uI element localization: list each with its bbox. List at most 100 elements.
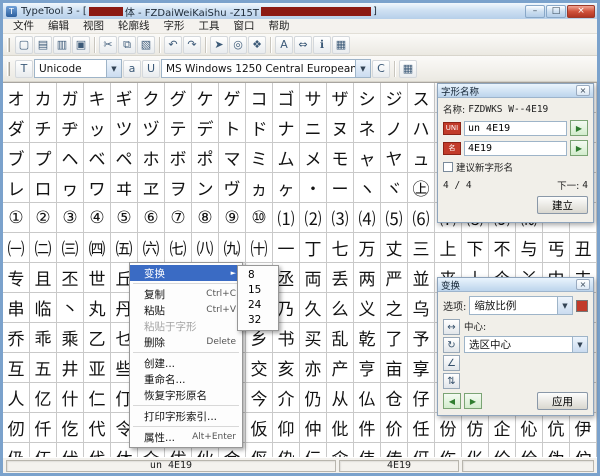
submenu-item[interactable]: 32	[238, 313, 278, 328]
glyph-cell[interactable]: 一	[273, 233, 300, 263]
toolbar-drag-handle[interactable]	[7, 38, 10, 52]
glyph-cell[interactable]: ヽ	[354, 173, 381, 203]
glyph-cell[interactable]: ス	[408, 83, 435, 113]
glyph-cell[interactable]: 价	[381, 413, 408, 443]
glyph-cell[interactable]: キ	[84, 83, 111, 113]
glyph-cell[interactable]: コ	[246, 83, 273, 113]
glyph-cell[interactable]: 乖	[30, 323, 57, 353]
glyph-cell[interactable]: マ	[219, 143, 246, 173]
glyph-cell[interactable]: ー	[327, 173, 354, 203]
flip-tool-icon[interactable]: ⇅	[443, 373, 460, 389]
glyph-cell[interactable]: 丈	[381, 233, 408, 263]
glyph-cell[interactable]: ト	[219, 113, 246, 143]
glyph-cell[interactable]: 伋	[3, 443, 30, 457]
glyph-cell[interactable]: 交	[246, 353, 273, 383]
glyph-cell[interactable]: ㊤	[408, 173, 435, 203]
glyph-cell[interactable]: ヾ	[381, 173, 408, 203]
title-bar[interactable]: T TypeTool 3 - [ 体 - FZDaiWeiKaiShu -Z15…	[3, 3, 597, 19]
glyph-cell[interactable]: 之	[381, 293, 408, 323]
font-map-icon[interactable]: ▦	[332, 36, 350, 54]
glyph-cell[interactable]: 仔	[408, 383, 435, 413]
glyph-cell[interactable]: 仟	[30, 413, 57, 443]
glyph-cell[interactable]: ⑧	[192, 203, 219, 233]
caption-mode-icon[interactable]: T	[15, 60, 33, 78]
glyph-cell[interactable]: 义	[354, 293, 381, 323]
menu-item-3[interactable]: 视图	[76, 19, 111, 34]
glyph-cell[interactable]: 伉	[543, 413, 570, 443]
undo-icon[interactable]: ↶	[164, 36, 182, 54]
glyph-cell[interactable]: デ	[192, 113, 219, 143]
glyph-cell[interactable]: 乾	[354, 323, 381, 353]
action-select[interactable]: 缩放比例 ▼	[469, 296, 573, 315]
glyph-cell[interactable]: ㈤	[111, 233, 138, 263]
glyph-window-icon[interactable]: A	[275, 36, 293, 54]
glyph-cell[interactable]: 丸	[84, 293, 111, 323]
glyph-cell[interactable]: 仲	[300, 413, 327, 443]
glyph-cell[interactable]: 什	[57, 383, 84, 413]
glyph-cell[interactable]: 伦	[489, 443, 516, 457]
glyph-cell[interactable]: 亨	[354, 353, 381, 383]
glyph-cell[interactable]: モ	[327, 143, 354, 173]
glyph-cell[interactable]: 临	[30, 293, 57, 323]
glyph-cell[interactable]: ゲ	[219, 83, 246, 113]
glyph-cell[interactable]: ㈧	[192, 233, 219, 263]
glyph-cell[interactable]: ヌ	[327, 113, 354, 143]
glyph-cell[interactable]: 伈	[516, 413, 543, 443]
glyph-cell[interactable]: 丑	[570, 233, 597, 263]
font-info-icon[interactable]: ℹ	[313, 36, 331, 54]
menu-item-8[interactable]: 帮助	[262, 19, 297, 34]
glyph-cell[interactable]: プ	[30, 143, 57, 173]
glyph-cell[interactable]: ケ	[192, 83, 219, 113]
rotate-tool-icon[interactable]: ↻	[443, 337, 460, 353]
glyph-cell[interactable]: ペ	[111, 143, 138, 173]
glyph-cell[interactable]: ヤ	[381, 143, 408, 173]
glyph-cell[interactable]: ⑩	[246, 203, 273, 233]
glyph-cell[interactable]: ロ	[30, 173, 57, 203]
glyph-cell[interactable]: 亦	[300, 353, 327, 383]
glyph-cell[interactable]: 亿	[30, 383, 57, 413]
glyph-cell[interactable]: ヘ	[57, 143, 84, 173]
glyph-cell[interactable]: ㈢	[57, 233, 84, 263]
encoding-select[interactable]: Unicode▼	[34, 59, 122, 78]
glyph-cell[interactable]: 仍	[300, 383, 327, 413]
glyph-cell[interactable]: 乘	[57, 323, 84, 353]
menu-item-4[interactable]: 轮廓线	[111, 19, 157, 34]
glyph-cell[interactable]: ベ	[84, 143, 111, 173]
new-icon[interactable]: ▢	[15, 36, 33, 54]
glyph-cell[interactable]: オ	[3, 83, 30, 113]
glyph-cell[interactable]: 件	[354, 413, 381, 443]
glyph-cell[interactable]: グ	[165, 83, 192, 113]
save-icon[interactable]: ▥	[53, 36, 71, 54]
glyph-cell[interactable]: 伝	[300, 443, 327, 457]
glyph-cell[interactable]: 下	[462, 233, 489, 263]
glyph-cell[interactable]: ニ	[300, 113, 327, 143]
submenu-item[interactable]: 24	[238, 298, 278, 313]
glyph-cell[interactable]: 伢	[408, 443, 435, 457]
context-menu-item[interactable]: 变换►	[130, 265, 242, 281]
glyph-cell[interactable]: 人	[3, 383, 30, 413]
glyph-cell[interactable]: 亚	[84, 353, 111, 383]
context-menu-item[interactable]: 重命名...	[130, 371, 242, 387]
glyph-cell[interactable]: ヅ	[138, 113, 165, 143]
glyph-cell[interactable]: 伛	[246, 443, 273, 457]
glyph-cell[interactable]: ジ	[381, 83, 408, 113]
glyph-cell[interactable]: ヱ	[138, 173, 165, 203]
dropdown-arrow-icon[interactable]: ▼	[106, 60, 121, 77]
glyph-cell[interactable]: 伥	[462, 443, 489, 457]
glyph-cell[interactable]: ⑦	[165, 203, 192, 233]
zoom-tool-icon[interactable]: ◎	[229, 36, 247, 54]
glyph-cell[interactable]: 両	[300, 263, 327, 293]
glyph-cell[interactable]: ク	[138, 83, 165, 113]
glyph-cell[interactable]: ダ	[3, 113, 30, 143]
cut-icon[interactable]: ✂	[99, 36, 117, 54]
glyph-cell[interactable]: ホ	[138, 143, 165, 173]
glyph-cell[interactable]: レ	[3, 173, 30, 203]
glyph-cell[interactable]: ゴ	[273, 83, 300, 113]
glyph-cell[interactable]: 伍	[30, 443, 57, 457]
glyph-cell[interactable]: 久	[300, 293, 327, 323]
glyph-cell[interactable]: 万	[354, 233, 381, 263]
glyph-cell[interactable]: 仳	[327, 413, 354, 443]
metrics-window-icon[interactable]: ⇔	[294, 36, 312, 54]
menu-item-7[interactable]: 窗口	[227, 19, 262, 34]
glyph-cell[interactable]: 伜	[273, 443, 300, 457]
